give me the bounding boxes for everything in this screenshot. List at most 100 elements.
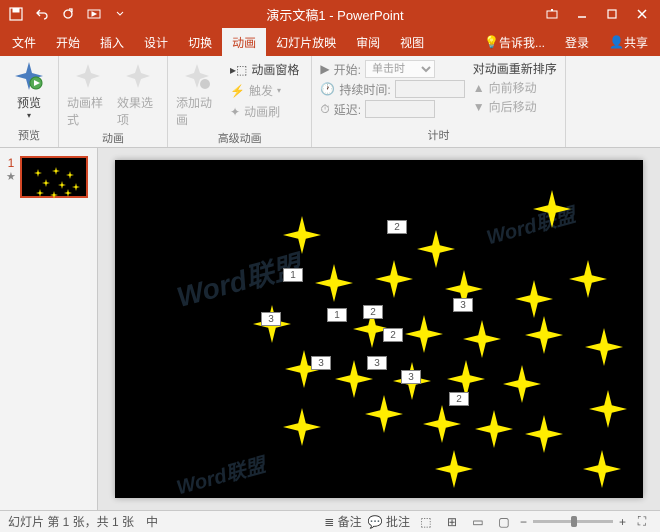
star-shape[interactable]: [533, 190, 571, 228]
ribbon: 预览 ▾ 预览 动画样式 效果选项 动画 添加动画 ▸⬚动画窗格: [0, 56, 660, 148]
tab-insert[interactable]: 插入: [90, 28, 134, 56]
qat-customize-button[interactable]: [108, 2, 132, 26]
trigger-icon: ⚡: [230, 84, 245, 98]
comments-button[interactable]: 💬 批注: [368, 513, 410, 530]
star-shape[interactable]: [569, 260, 607, 298]
delay-icon: ⏱: [320, 102, 329, 117]
add-animation-button[interactable]: 添加动画: [174, 58, 220, 130]
share-button[interactable]: 👤共享: [599, 28, 658, 56]
star-shape[interactable]: [417, 230, 455, 268]
tab-file[interactable]: 文件: [2, 28, 46, 56]
delay-input[interactable]: [365, 100, 435, 118]
zoom-in-button[interactable]: +: [619, 515, 626, 529]
tab-slideshow[interactable]: 幻灯片放映: [266, 28, 346, 56]
start-from-beginning-button[interactable]: [82, 2, 106, 26]
star-shape[interactable]: [375, 260, 413, 298]
tab-view[interactable]: 视图: [390, 28, 434, 56]
slide-counter[interactable]: 幻灯片 第 1 张，共 1 张: [8, 513, 134, 530]
start-select[interactable]: 单击时: [365, 60, 435, 78]
share-icon: 👤: [609, 35, 624, 49]
login-button[interactable]: 登录: [555, 28, 599, 56]
star-shape[interactable]: [525, 415, 563, 453]
animation-order-tag[interactable]: 3: [453, 298, 473, 312]
star-shape[interactable]: [315, 264, 353, 302]
group-animation: 动画样式 效果选项 动画: [59, 56, 168, 147]
animation-pane-button[interactable]: ▸⬚动画窗格: [226, 60, 303, 79]
animation-order-tag[interactable]: 3: [311, 356, 331, 370]
star-shape[interactable]: [585, 328, 623, 366]
quick-access-toolbar: [4, 2, 132, 26]
thumbnail-item[interactable]: 1 ★: [6, 156, 91, 198]
star-shape[interactable]: [283, 216, 321, 254]
star-shape[interactable]: [405, 315, 443, 353]
star-icon: [72, 60, 104, 92]
up-arrow-icon: ▲: [473, 81, 485, 95]
add-star-icon: [181, 60, 213, 92]
star-shape[interactable]: [435, 450, 473, 488]
animation-order-tag[interactable]: 3: [261, 312, 281, 326]
fit-button[interactable]: ⛶: [632, 514, 652, 530]
dropdown-icon: ▾: [27, 111, 31, 120]
star-shape[interactable]: [475, 410, 513, 448]
title-bar: 演示文稿1 - PowerPoint: [0, 0, 660, 28]
zoom-slider[interactable]: [533, 520, 613, 523]
animation-order-tag[interactable]: 1: [327, 308, 347, 322]
tab-animations[interactable]: 动画: [222, 28, 266, 56]
animation-order-tag[interactable]: 3: [367, 356, 387, 370]
star-shape[interactable]: [589, 390, 627, 428]
redo-button[interactable]: [56, 2, 80, 26]
animation-order-tag[interactable]: 2: [383, 328, 403, 342]
tell-me-button[interactable]: 💡告诉我...: [474, 28, 555, 56]
animation-painter-button[interactable]: ✦动画刷: [226, 102, 303, 121]
animation-styles-button[interactable]: 动画样式: [65, 58, 111, 130]
close-button[interactable]: [628, 2, 656, 26]
painter-icon: ✦: [230, 105, 240, 119]
trigger-button[interactable]: ⚡触发▾: [226, 81, 303, 100]
star-shape[interactable]: [463, 320, 501, 358]
star-shape[interactable]: [423, 405, 461, 443]
language-button[interactable]: 中: [146, 513, 158, 530]
ribbon-options-button[interactable]: [538, 2, 566, 26]
preview-star-icon: [13, 60, 45, 92]
minimize-button[interactable]: [568, 2, 596, 26]
duration-input[interactable]: [395, 80, 465, 98]
maximize-button[interactable]: [598, 2, 626, 26]
star-shape[interactable]: [583, 450, 621, 488]
zoom-out-button[interactable]: −: [520, 515, 527, 529]
slide-editor[interactable]: Word联盟 Word联盟 Word联盟 21312233332: [98, 148, 660, 510]
animation-order-tag[interactable]: 1: [283, 268, 303, 282]
play-icon: ▶: [320, 62, 329, 76]
animation-order-tag[interactable]: 2: [387, 220, 407, 234]
normal-view-button[interactable]: ⬚: [416, 514, 436, 530]
star-shape[interactable]: [283, 408, 321, 446]
thumbnail-preview[interactable]: [20, 156, 88, 198]
slide-canvas[interactable]: Word联盟 Word联盟 Word联盟 21312233332: [115, 160, 643, 498]
reading-view-button[interactable]: ▭: [468, 514, 488, 530]
sorter-view-button[interactable]: ⊞: [442, 514, 462, 530]
down-arrow-icon: ▼: [473, 100, 485, 114]
thumbnail-number: 1: [8, 156, 15, 170]
animation-order-tag[interactable]: 3: [401, 370, 421, 384]
animation-indicator-icon: ★: [6, 170, 16, 183]
notes-button[interactable]: ≣ 备注: [324, 513, 361, 530]
star-shape[interactable]: [515, 280, 553, 318]
undo-button[interactable]: [30, 2, 54, 26]
slideshow-view-button[interactable]: ▢: [494, 514, 514, 530]
window-controls: [538, 2, 656, 26]
tab-home[interactable]: 开始: [46, 28, 90, 56]
effect-options-button[interactable]: 效果选项: [115, 58, 161, 130]
star-shape[interactable]: [503, 365, 541, 403]
animation-order-tag[interactable]: 2: [449, 392, 469, 406]
tab-review[interactable]: 审阅: [346, 28, 390, 56]
star-shape[interactable]: [365, 395, 403, 433]
animation-order-tag[interactable]: 2: [363, 305, 383, 319]
save-button[interactable]: [4, 2, 28, 26]
tab-transitions[interactable]: 切换: [178, 28, 222, 56]
status-bar: 幻灯片 第 1 张，共 1 张 中 ≣ 备注 💬 批注 ⬚ ⊞ ▭ ▢ − + …: [0, 510, 660, 532]
star-shape[interactable]: [525, 316, 563, 354]
move-later-button[interactable]: ▼向后移动: [473, 98, 557, 115]
tab-design[interactable]: 设计: [134, 28, 178, 56]
preview-button[interactable]: 预览 ▾: [6, 58, 52, 122]
ribbon-tabs: 文件 开始 插入 设计 切换 动画 幻灯片放映 审阅 视图 💡告诉我... 登录…: [0, 28, 660, 56]
move-earlier-button[interactable]: ▲向前移动: [473, 79, 557, 96]
